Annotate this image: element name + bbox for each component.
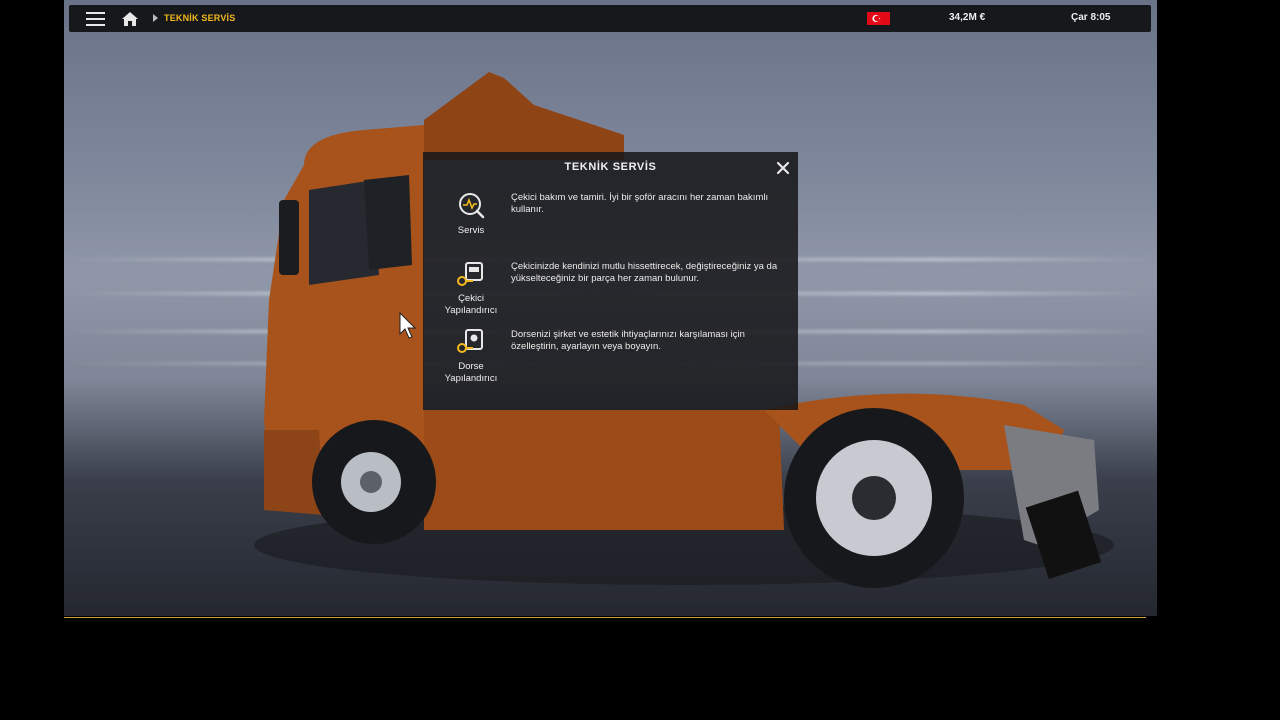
turkey-flag-icon — [867, 12, 890, 25]
option-dorse-yapilandirici[interactable]: Dorse Yapılandırıcı Dorsenizi şirket ve … — [423, 326, 798, 388]
breadcrumb[interactable]: TEKNİK SERVİS — [164, 13, 235, 23]
hamburger-menu-icon[interactable] — [86, 12, 105, 26]
mouse-cursor-icon — [399, 312, 417, 339]
game-clock: Çar 8:05 — [1071, 12, 1111, 23]
option-label: Dorse Yapılandırıcı — [444, 361, 498, 384]
top-bar: TEKNİK SERVİS 34,2M € Çar 8:05 — [69, 5, 1151, 32]
breadcrumb-arrow-icon — [153, 14, 158, 22]
money-display: 34,2M € — [949, 12, 986, 23]
option-description: Dorsenizi şirket ve estetik ihtiyaçların… — [511, 329, 745, 352]
option-label: Servis — [457, 225, 485, 236]
close-icon[interactable] — [775, 160, 791, 176]
option-description: Çekicinizde kendinizi mutlu hissettirece… — [511, 261, 778, 284]
option-description: Çekici bakım ve tamiri. İyi bir şoför ar… — [511, 192, 769, 215]
option-label: Çekici Yapılandırıcı — [444, 293, 498, 316]
option-servis[interactable]: Servis Çekici bakım ve tamiri. İyi bir ş… — [423, 188, 798, 250]
service-dialog: TEKNİK SERVİS Servis Çekici bakım ve tam… — [423, 152, 798, 410]
truck-config-icon — [457, 262, 483, 286]
viewport-border — [64, 617, 1146, 618]
dialog-title: TEKNİK SERVİS — [564, 161, 657, 173]
wrench-gauge-icon — [459, 193, 485, 219]
option-cekici-yapilandirici[interactable]: Çekici Yapılandırıcı Çekicinizde kendini… — [423, 258, 798, 320]
home-icon[interactable] — [121, 11, 139, 27]
trailer-config-icon — [457, 329, 483, 353]
